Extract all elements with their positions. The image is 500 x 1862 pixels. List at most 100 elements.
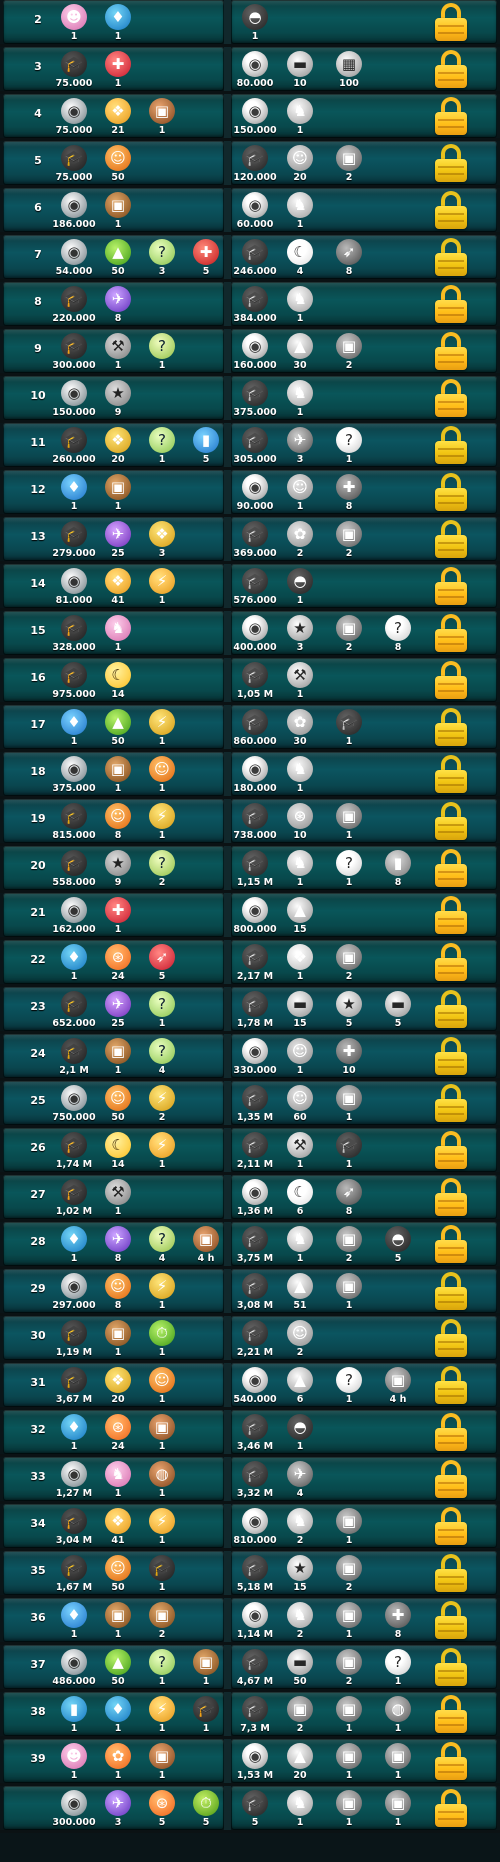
reward-item[interactable]: ▮ 1	[50, 1696, 98, 1736]
reward-item[interactable]: ◉ 80.000	[231, 51, 279, 91]
reward-item[interactable]: ◉ 300.000	[50, 1790, 98, 1830]
reward-item[interactable]: ♦ 1	[50, 474, 98, 514]
reward-item[interactable]: 🎓 260.000	[50, 427, 98, 467]
reward-item[interactable]: ☺ 50	[94, 1555, 142, 1595]
reward-item[interactable]: ♦ 1	[50, 709, 98, 749]
reward-item[interactable]: ? 2	[138, 850, 186, 890]
reward-item[interactable]: ♞ 1	[276, 380, 324, 420]
reward-item[interactable]: ♦ 1	[50, 1414, 98, 1454]
reward-item[interactable]: ⚡ 1	[138, 1696, 186, 1736]
reward-item[interactable]: ⚡ 1	[138, 1132, 186, 1172]
reward-item[interactable]: ✈ 4	[276, 1461, 324, 1501]
reward-item[interactable]: ◉ 1,36 M	[231, 1179, 279, 1219]
reward-item[interactable]: ▣ 1	[138, 1743, 186, 1783]
reward-item[interactable]: ❖ 20	[94, 427, 142, 467]
reward-item[interactable]: ▲ 15	[276, 897, 324, 937]
lock-icon[interactable]	[434, 1695, 468, 1733]
reward-item[interactable]: ▣ 1	[374, 1790, 422, 1830]
reward-item[interactable]: 🎓 1	[325, 709, 373, 749]
reward-item[interactable]: 🎓 652.000	[50, 991, 98, 1031]
reward-item[interactable]: ▣ 1	[325, 803, 373, 843]
reward-item[interactable]: ✈ 3	[94, 1790, 142, 1830]
reward-item[interactable]: ? 1	[138, 1649, 186, 1689]
reward-item[interactable]: ▬ 50	[276, 1649, 324, 1689]
reward-item[interactable]: ♦ 1	[94, 4, 142, 44]
reward-item[interactable]: ◉ 400.000	[231, 615, 279, 655]
reward-item[interactable]: 🎓 384.000	[231, 286, 279, 326]
reward-item[interactable]: ▣ 1	[94, 474, 142, 514]
reward-item[interactable]: ◉ 162.000	[50, 897, 98, 937]
reward-item[interactable]: ▣ 2	[325, 1555, 373, 1595]
reward-item[interactable]: ➶ 8	[325, 1179, 373, 1219]
reward-item[interactable]: 🎓 815.000	[50, 803, 98, 843]
lock-icon[interactable]	[434, 1319, 468, 1357]
reward-item[interactable]: ◉ 800.000	[231, 897, 279, 937]
reward-item[interactable]: ☻ 1	[50, 4, 98, 44]
reward-item[interactable]: 🎓 5	[231, 1790, 279, 1830]
reward-item[interactable]: 🎓 220.000	[50, 286, 98, 326]
reward-item[interactable]: 🎓 738.000	[231, 803, 279, 843]
reward-item[interactable]: 🎓 558.000	[50, 850, 98, 890]
reward-item[interactable]: 🎓 120.000	[231, 145, 279, 185]
reward-item[interactable]: ⚒ 1	[276, 1132, 324, 1172]
reward-item[interactable]: ◍ 1	[138, 1461, 186, 1501]
reward-item[interactable]: ◉ 750.000	[50, 1085, 98, 1125]
reward-item[interactable]: 🎓 1,02 M	[50, 1179, 98, 1219]
reward-item[interactable]: 🎓 975.000	[50, 662, 98, 702]
lock-icon[interactable]	[434, 1225, 468, 1263]
lock-icon[interactable]	[434, 708, 468, 746]
lock-icon[interactable]	[434, 1272, 468, 1310]
reward-item[interactable]: ▣ 1	[94, 756, 142, 796]
reward-item[interactable]: ▣ 1	[325, 1696, 373, 1736]
lock-icon[interactable]	[434, 1178, 468, 1216]
lock-icon[interactable]	[434, 50, 468, 88]
reward-item[interactable]: ⊛ 24	[94, 944, 142, 984]
reward-item[interactable]: ? 1	[138, 991, 186, 1031]
reward-item[interactable]: ☾ 14	[94, 1132, 142, 1172]
reward-item[interactable]: ✿ 1	[94, 1743, 142, 1783]
lock-icon[interactable]	[434, 849, 468, 887]
reward-item[interactable]: 🎓 300.000	[50, 333, 98, 373]
reward-item[interactable]: ✈ 8	[94, 1226, 142, 1266]
lock-icon[interactable]	[434, 473, 468, 511]
lock-icon[interactable]	[434, 1507, 468, 1545]
lock-icon[interactable]	[434, 1554, 468, 1592]
reward-item[interactable]: ★ 5	[325, 991, 373, 1031]
reward-item[interactable]: ➶ 8	[325, 239, 373, 279]
reward-item[interactable]: 🎓 328.000	[50, 615, 98, 655]
reward-item[interactable]: ♞ 1	[94, 615, 142, 655]
reward-item[interactable]: ◉ 1,53 M	[231, 1743, 279, 1783]
reward-item[interactable]: ✿ 2	[276, 521, 324, 561]
lock-icon[interactable]	[434, 426, 468, 464]
reward-item[interactable]: ⚡ 1	[138, 709, 186, 749]
reward-item[interactable]: ⊛ 5	[138, 1790, 186, 1830]
reward-item[interactable]: ☾ 6	[276, 1179, 324, 1219]
reward-item[interactable]: ◉ 54.000	[50, 239, 98, 279]
reward-item[interactable]: ☺ 60	[276, 1085, 324, 1125]
lock-icon[interactable]	[434, 3, 468, 41]
reward-item[interactable]: ♞ 1	[276, 286, 324, 326]
reward-item[interactable]: ◉ 186.000	[50, 192, 98, 232]
reward-item[interactable]: ◓ 1	[276, 1414, 324, 1454]
reward-item[interactable]: ▣ 1	[325, 1508, 373, 1548]
reward-item[interactable]: 🎓 375.000	[231, 380, 279, 420]
reward-item[interactable]: 🎓 75.000	[50, 51, 98, 91]
reward-item[interactable]: ☾ 14	[94, 662, 142, 702]
reward-item[interactable]: ▦ 100	[325, 51, 373, 91]
reward-item[interactable]: ▣ 1	[325, 1085, 373, 1125]
reward-item[interactable]: ? 1	[325, 1367, 373, 1407]
reward-item[interactable]: 🎓 3,04 M	[50, 1508, 98, 1548]
reward-item[interactable]: ☺ 1	[138, 1367, 186, 1407]
reward-item[interactable]: 🎓 246.000	[231, 239, 279, 279]
reward-item[interactable]: ♞ 1	[276, 98, 324, 138]
reward-item[interactable]: ? 1	[325, 850, 373, 890]
reward-item[interactable]: 🎓 2,17 M	[231, 944, 279, 984]
reward-item[interactable]: 🎓 1,15 M	[231, 850, 279, 890]
reward-item[interactable]: ◍ 1	[374, 1696, 422, 1736]
reward-item[interactable]: 🎓 1	[182, 1696, 224, 1736]
reward-item[interactable]: ▣ 1	[325, 1602, 373, 1642]
reward-item[interactable]: 🎓 305.000	[231, 427, 279, 467]
reward-item[interactable]: ? 1	[374, 1649, 422, 1689]
reward-item[interactable]: ◉ 81.000	[50, 568, 98, 608]
reward-item[interactable]: ⊛ 10	[276, 803, 324, 843]
